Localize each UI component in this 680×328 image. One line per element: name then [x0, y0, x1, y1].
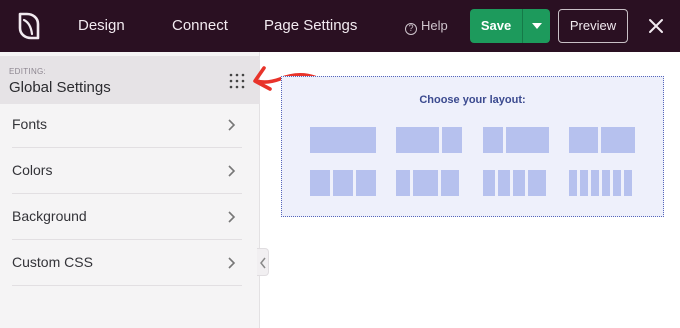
sidebar: EDITING: Global Settings Fonts Colors Ba… — [0, 52, 260, 328]
layout-option-1-3-2-3[interactable] — [483, 127, 549, 153]
nav-design[interactable]: Design — [78, 0, 125, 52]
layout-option-2-columns[interactable] — [396, 127, 462, 153]
menu-item-custom-css[interactable]: Custom CSS — [0, 240, 260, 286]
divider — [12, 285, 242, 286]
layout-option-quarter-quarter-half[interactable] — [396, 170, 459, 196]
save-button[interactable]: Save — [470, 9, 522, 43]
layout-option-quarter-half-quarter[interactable] — [483, 170, 546, 196]
help-label: Help — [421, 18, 448, 33]
close-icon[interactable] — [645, 15, 667, 37]
menu-item-label: Background — [12, 208, 87, 224]
layout-option-1-column[interactable] — [310, 127, 376, 153]
menu-item-label: Fonts — [12, 116, 48, 132]
menu-item-colors[interactable]: Colors — [0, 148, 260, 194]
layout-option-3-columns[interactable] — [310, 170, 376, 196]
save-button-group: Save — [470, 9, 550, 43]
chevron-right-icon — [228, 211, 236, 223]
chevron-right-icon — [228, 257, 236, 269]
editing-header: EDITING: Global Settings — [0, 56, 260, 104]
menu-item-fonts[interactable]: Fonts — [0, 102, 260, 148]
sidebar-collapse-toggle[interactable] — [257, 248, 269, 276]
layout-chooser: Choose your layout: — [281, 76, 664, 217]
menu-item-label: Custom CSS — [12, 254, 93, 270]
chevron-right-icon — [228, 119, 236, 131]
chevron-left-icon — [260, 257, 266, 269]
preview-button[interactable]: Preview — [558, 9, 628, 43]
menu-item-background[interactable]: Background — [0, 194, 260, 240]
layout-prompt: Choose your layout: — [419, 94, 526, 106]
caret-down-icon[interactable] — [522, 9, 550, 43]
nav-page-settings[interactable]: Page Settings — [264, 0, 357, 52]
nav-connect[interactable]: Connect — [172, 0, 228, 52]
grip-dots-icon[interactable] — [228, 72, 246, 90]
help-link[interactable]: ? Help — [405, 0, 448, 52]
menu-item-label: Colors — [12, 162, 53, 178]
help-circle-icon: ? — [405, 23, 417, 35]
editing-label: EDITING: — [9, 67, 47, 76]
layout-option-2-3-1-3[interactable] — [569, 127, 635, 153]
top-bar: Design Connect Page Settings ? Help Save … — [0, 0, 680, 52]
layout-option-6-columns[interactable] — [569, 170, 632, 196]
editing-title: Global Settings — [9, 79, 111, 96]
chevron-right-icon — [228, 165, 236, 177]
seedprod-logo-icon[interactable] — [14, 10, 44, 42]
